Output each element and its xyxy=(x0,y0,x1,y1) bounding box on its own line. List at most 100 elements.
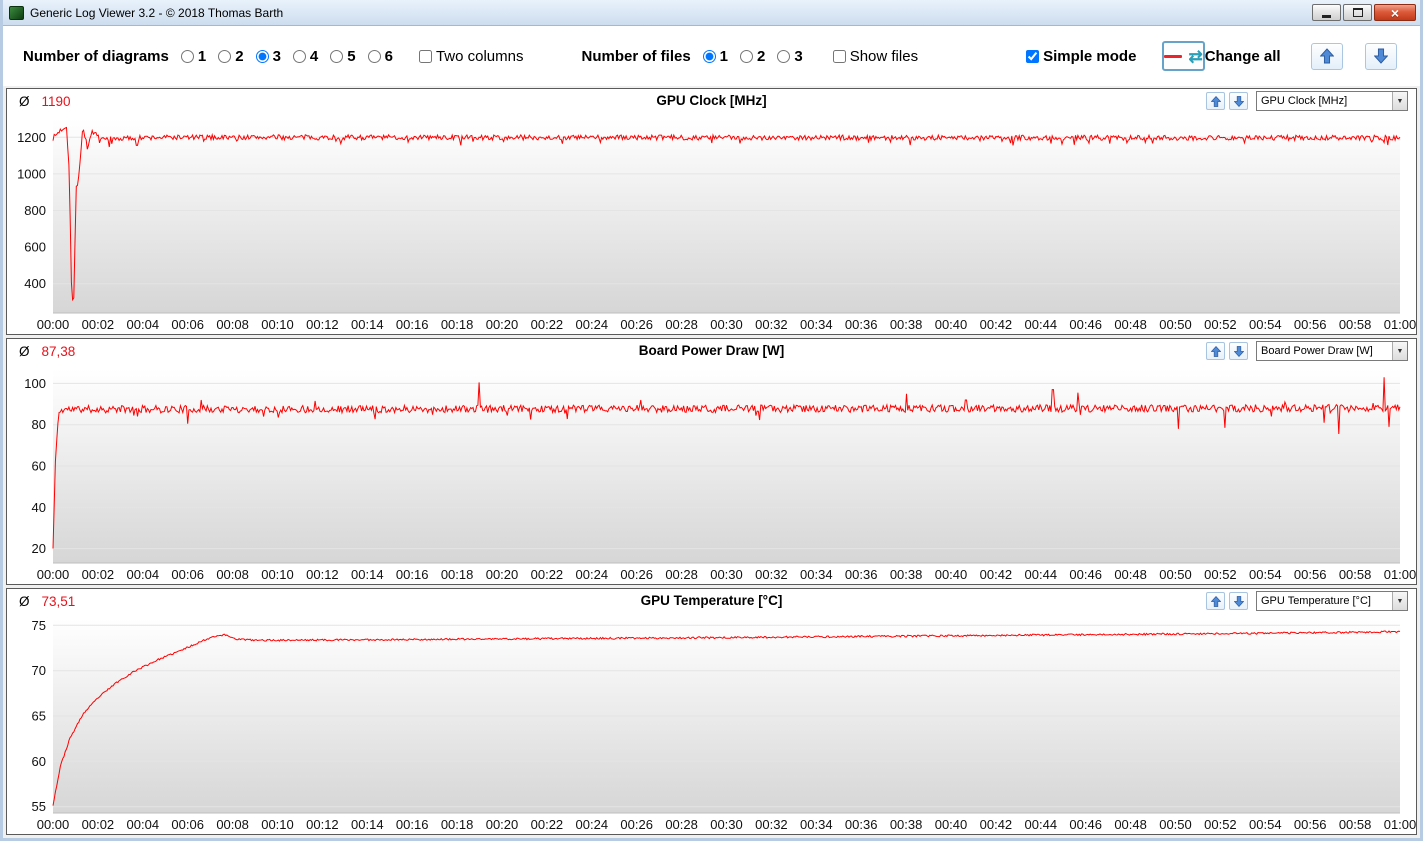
move-chart-up-button[interactable] xyxy=(1206,592,1225,610)
svg-text:00:32: 00:32 xyxy=(755,817,788,832)
show-files-group: Show files xyxy=(832,47,930,65)
svg-text:00:54: 00:54 xyxy=(1249,317,1282,332)
svg-text:00:18: 00:18 xyxy=(441,817,474,832)
svg-text:20: 20 xyxy=(32,541,46,556)
diagram-count-option-6[interactable]: 6 xyxy=(367,47,393,65)
svg-text:00:40: 00:40 xyxy=(935,317,968,332)
chart-panel-gpu-temperature: Ø 73,51 GPU Temperature [°C] GPU Tempera… xyxy=(6,588,1417,835)
simple-mode-checkbox-item[interactable]: Simple mode xyxy=(1026,48,1136,65)
diagram-count-radio-6[interactable] xyxy=(367,49,381,63)
svg-text:00:26: 00:26 xyxy=(620,317,653,332)
change-all-group: Change all xyxy=(1204,42,1397,70)
file-count-option-1[interactable]: 1 xyxy=(702,48,728,65)
svg-text:00:04: 00:04 xyxy=(127,567,160,582)
move-chart-up-button[interactable] xyxy=(1206,342,1225,360)
diagram-count-radio-5[interactable] xyxy=(330,49,344,63)
diagram-count-radio-2[interactable] xyxy=(218,49,232,63)
metric-dropdown[interactable]: GPU Temperature [°C] ▼ xyxy=(1256,591,1408,611)
diagram-count-radio-4[interactable] xyxy=(292,49,306,63)
radio-label: 2 xyxy=(235,47,244,65)
svg-text:00:38: 00:38 xyxy=(890,817,923,832)
svg-text:600: 600 xyxy=(24,240,46,255)
change-all-label: Change all xyxy=(1204,47,1281,65)
gpu-clock-chart[interactable]: 400 600 800 1000 1200 00:00 00:02 00:04 00:06 00:… xyxy=(7,113,1416,334)
show-files-checkbox-item[interactable]: Show files xyxy=(832,47,919,65)
diagram-count-option-5[interactable]: 5 xyxy=(330,47,356,65)
chart-panel-gpu-clock: Ø 1190 GPU Clock [MHz] GPU Clock [MHz] ▼… xyxy=(6,88,1417,335)
metric-dropdown[interactable]: Board Power Draw [W] ▼ xyxy=(1256,341,1408,361)
svg-text:00:16: 00:16 xyxy=(396,567,429,582)
svg-text:00:42: 00:42 xyxy=(980,317,1013,332)
board-power-draw-chart[interactable]: 20 40 60 80 100 00:00 00:02 00:04 00:06 00:08 00:1… xyxy=(7,363,1416,584)
svg-text:00:34: 00:34 xyxy=(800,817,833,832)
svg-text:100: 100 xyxy=(24,376,46,391)
line-style-refresh-button[interactable]: ⇄ xyxy=(1162,41,1205,71)
svg-text:00:12: 00:12 xyxy=(306,567,339,582)
two-columns-checkbox[interactable] xyxy=(418,49,432,63)
file-count-radio-2[interactable] xyxy=(740,49,754,63)
show-files-checkbox[interactable] xyxy=(832,49,846,63)
diagram-count-option-2[interactable]: 2 xyxy=(218,47,244,65)
svg-text:00:38: 00:38 xyxy=(890,317,923,332)
chart-controls: GPU Clock [MHz] ▼ xyxy=(1206,91,1408,111)
arrow-down-icon xyxy=(1373,48,1388,64)
arrow-up-icon xyxy=(1210,95,1221,107)
svg-text:00:48: 00:48 xyxy=(1114,567,1147,582)
titlebar[interactable]: Generic Log Viewer 3.2 - © 2018 Thomas B… xyxy=(3,0,1420,26)
minimize-button[interactable] xyxy=(1312,4,1341,21)
simple-mode-checkbox[interactable] xyxy=(1026,49,1040,63)
svg-text:00:46: 00:46 xyxy=(1069,817,1102,832)
svg-text:1200: 1200 xyxy=(17,130,46,145)
svg-text:800: 800 xyxy=(24,203,46,218)
svg-text:00:22: 00:22 xyxy=(531,317,564,332)
file-count-option-2[interactable]: 2 xyxy=(740,48,765,65)
change-all-down-button[interactable] xyxy=(1364,42,1397,70)
diagram-count-option-1[interactable]: 1 xyxy=(180,48,206,65)
file-count-radio-3[interactable] xyxy=(777,49,791,63)
svg-text:00:30: 00:30 xyxy=(710,817,743,832)
svg-text:1000: 1000 xyxy=(17,166,46,181)
svg-text:00:44: 00:44 xyxy=(1025,817,1058,832)
svg-text:01:00: 01:00 xyxy=(1384,317,1416,332)
svg-text:00:18: 00:18 xyxy=(441,567,474,582)
two-columns-checkbox-item[interactable]: Two columns xyxy=(418,48,523,65)
svg-text:400: 400 xyxy=(24,276,46,291)
diagram-count-radio-3[interactable] xyxy=(255,49,269,63)
file-count-option-3[interactable]: 3 xyxy=(777,47,803,65)
gpu-temperature-chart[interactable]: 55 60 65 70 75 00:00 00:02 00:04 00:06 00:08 00:10… xyxy=(7,613,1416,834)
app-window: Generic Log Viewer 3.2 - © 2018 Thomas B… xyxy=(0,0,1423,841)
svg-text:00:12: 00:12 xyxy=(306,817,339,832)
arrow-down-icon xyxy=(1233,345,1244,357)
move-chart-down-button[interactable] xyxy=(1229,592,1248,610)
move-chart-down-button[interactable] xyxy=(1229,342,1248,360)
svg-text:00:30: 00:30 xyxy=(710,317,743,332)
number-of-diagrams-group: Number of diagrams 1 2 3 4 5 6 xyxy=(23,48,405,65)
diagram-count-option-4[interactable]: 4 xyxy=(292,48,318,65)
file-count-radio-1[interactable] xyxy=(702,49,716,63)
radio-label: 3 xyxy=(794,47,803,65)
number-of-diagrams-label: Number of diagrams xyxy=(23,47,169,65)
show-files-label: Show files xyxy=(849,47,919,65)
change-all-up-button[interactable] xyxy=(1310,42,1343,70)
svg-text:00:22: 00:22 xyxy=(531,567,564,582)
metric-dropdown[interactable]: GPU Clock [MHz] ▼ xyxy=(1256,91,1408,111)
simple-mode-group: Simple mode xyxy=(1026,48,1148,65)
svg-text:00:54: 00:54 xyxy=(1249,567,1282,582)
move-chart-down-button[interactable] xyxy=(1229,92,1248,110)
svg-text:00:36: 00:36 xyxy=(845,817,878,832)
svg-text:00:28: 00:28 xyxy=(665,567,698,582)
radio-label: 6 xyxy=(384,47,393,65)
svg-text:00:22: 00:22 xyxy=(531,817,564,832)
move-chart-up-button[interactable] xyxy=(1206,92,1225,110)
diagram-count-radio-1[interactable] xyxy=(180,49,194,63)
refresh-icon: ⇄ xyxy=(1188,46,1203,66)
close-button[interactable]: × xyxy=(1374,4,1416,21)
diagram-count-option-3[interactable]: 3 xyxy=(255,48,281,65)
svg-text:00:52: 00:52 xyxy=(1204,317,1237,332)
close-icon: × xyxy=(1390,4,1400,21)
svg-text:00:02: 00:02 xyxy=(82,817,115,832)
svg-text:60: 60 xyxy=(32,754,46,769)
radio-label: 5 xyxy=(347,47,356,65)
maximize-button[interactable] xyxy=(1343,4,1372,21)
minimize-icon xyxy=(1322,15,1331,18)
